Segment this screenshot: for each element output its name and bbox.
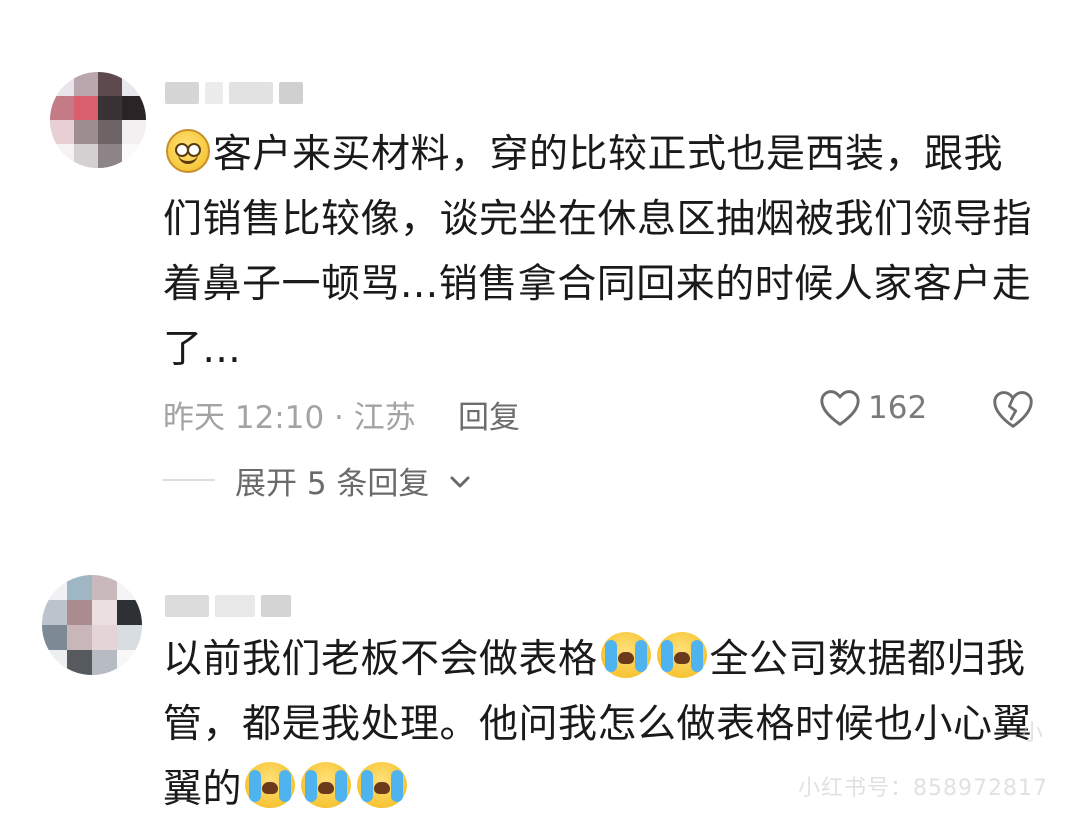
expand-replies[interactable]: 展开 5 条回复 (163, 460, 471, 502)
comment-line: 客户来买材料，穿的比较正式也是西装，跟我 (163, 122, 1043, 187)
comment-text: 客户来买材料，穿的比较正式也是西装，跟我 们销售比较像，谈完坐在休息区抽烟被我们… (163, 122, 1043, 382)
timestamp-location: 昨天 12:10 · 江苏 (163, 400, 416, 436)
broken-heart-icon (993, 391, 1033, 428)
like-button[interactable]: 162 (818, 388, 927, 428)
dislike-button[interactable] (991, 388, 1035, 438)
blurred-avatar-mosaic (50, 72, 146, 168)
heart-icon (820, 390, 860, 426)
avatar[interactable] (50, 72, 146, 168)
divider (163, 479, 215, 481)
like-count: 162 (868, 390, 928, 426)
crying-emoji-icon (600, 632, 651, 678)
reply-button[interactable]: 回复 (458, 392, 520, 437)
watermark-corner: 小 (1020, 721, 1044, 746)
username-blurred[interactable] (165, 595, 291, 617)
comment-thread: 客户来买材料，穿的比较正式也是西装，跟我 们销售比较像，谈完坐在休息区抽烟被我们… (0, 0, 1080, 822)
smile-emoji-icon (166, 129, 210, 173)
comment-line: 们销售比较像，谈完坐在休息区抽烟被我们领导指 (163, 197, 1033, 242)
chevron-down-icon (449, 462, 471, 498)
username-blurred[interactable] (165, 82, 303, 104)
blurred-avatar-mosaic (42, 575, 142, 675)
comment-line: 管，都是我处理。他问我怎么做表格时候也小心翼 (163, 702, 1033, 747)
crying-emoji-icon (301, 762, 352, 808)
expand-replies-label: 展开 5 条回复 (235, 465, 430, 502)
comment-line: 着鼻子一顿骂...销售拿合同回来的时候人家客户走 (163, 262, 1032, 307)
watermark: 小红书号：858972817 (798, 776, 1048, 801)
avatar[interactable] (42, 575, 142, 675)
crying-emoji-icon (245, 762, 296, 808)
crying-emoji-icon (656, 632, 707, 678)
crying-emoji-icon (357, 762, 408, 808)
comment-line: 以前我们老板不会做表格 全公司数据都归我 (163, 627, 1043, 692)
comment-meta: 昨天 12:10 · 江苏 回复 162 (163, 388, 1043, 436)
comment-line: 了... (163, 327, 242, 372)
